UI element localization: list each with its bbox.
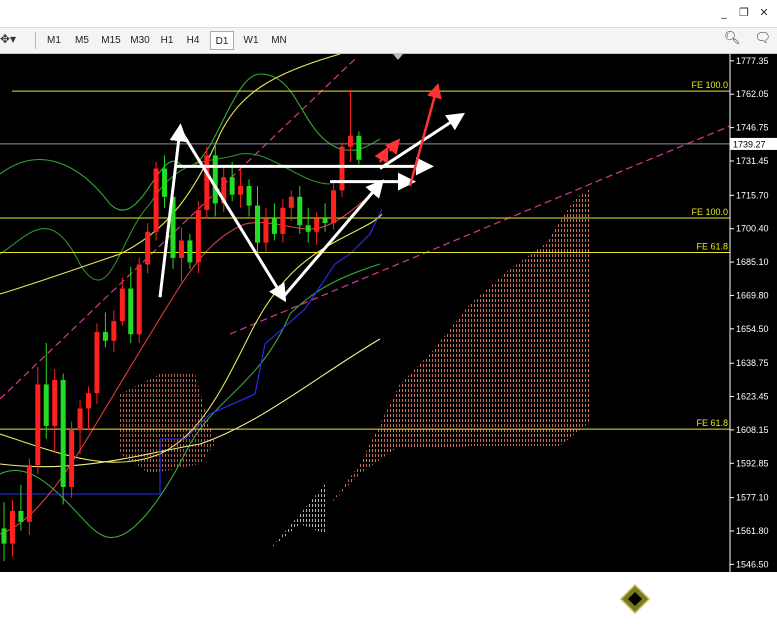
white-signal-arrow bbox=[178, 128, 287, 303]
timeframe-toolbar: ✥▾ M1 M5 M15 M30 H1 H4 D1 W1 MN 🔍︎ 🗨︎ bbox=[0, 28, 777, 54]
current-price-label: 1739.27 bbox=[733, 139, 766, 149]
tf-w1-button[interactable]: W1 bbox=[240, 31, 262, 50]
white-signal-arrow bbox=[379, 112, 466, 170]
logo-name-cn: 漢聲集團 bbox=[668, 601, 752, 617]
candle-body bbox=[314, 218, 320, 232]
price-chart[interactable]: FE 100.0 FE 100.0 FE 61.8 FE 61.8 1777.35 17… bbox=[0, 53, 777, 572]
candle-body bbox=[204, 155, 210, 210]
fibo-level-label: FE 100.0 bbox=[691, 80, 728, 90]
tf-h1-button[interactable]: H1 bbox=[156, 31, 178, 50]
candle-body bbox=[238, 185, 244, 195]
candle-body bbox=[18, 510, 24, 522]
ichimoku-cloud-lower bbox=[215, 444, 325, 549]
price-tick-label: 1731.45 bbox=[736, 156, 769, 166]
price-tick-label: 1715.70 bbox=[736, 190, 769, 200]
candle-body bbox=[145, 231, 151, 265]
candle-body bbox=[271, 218, 277, 234]
fibo-level-label: FE 100.0 bbox=[691, 207, 728, 217]
candle-body bbox=[347, 135, 353, 147]
candle-body bbox=[35, 384, 41, 466]
search-icon[interactable]: 🔍︎ bbox=[724, 31, 741, 46]
candle-body bbox=[246, 185, 252, 206]
minimize-button[interactable]: _ bbox=[717, 6, 731, 20]
candle-body bbox=[305, 225, 311, 232]
candle-body bbox=[77, 408, 83, 431]
candle-body bbox=[356, 135, 362, 160]
candle-body bbox=[229, 177, 235, 195]
candle-body bbox=[86, 393, 91, 409]
price-tick-label: 1577.10 bbox=[736, 493, 769, 503]
price-tick-label: 1762.05 bbox=[736, 89, 769, 99]
candle-body bbox=[297, 196, 303, 226]
candle-body bbox=[153, 168, 159, 232]
candle-body bbox=[69, 430, 75, 487]
price-tick-label: 1546.50 bbox=[736, 559, 769, 569]
drawing-tools-icon[interactable]: ✥▾ bbox=[0, 32, 32, 49]
chart-shift-marker bbox=[393, 54, 403, 60]
price-tick-label: 1561.80 bbox=[736, 526, 769, 536]
candle-body bbox=[1, 528, 7, 544]
sino-sound-logo: SINO SOUND 漢聲集團 bbox=[612, 574, 777, 626]
channel-line-upper bbox=[0, 58, 356, 400]
close-button[interactable]: ✕ bbox=[757, 6, 771, 20]
logo-diamond-icon bbox=[612, 576, 658, 622]
tf-m30-button[interactable]: M30 bbox=[127, 31, 153, 50]
logo-name-en: SINO SOUND bbox=[664, 578, 765, 595]
price-tick-label: 1777.35 bbox=[736, 56, 769, 66]
window-controls: _ ❐ ✕ bbox=[717, 6, 771, 20]
chat-icon[interactable]: 🗨︎ bbox=[754, 31, 771, 46]
candle-body bbox=[136, 264, 142, 335]
chart-area[interactable]: FE 100.0 FE 100.0 FE 61.8 FE 61.8 1777.35 17… bbox=[0, 53, 777, 622]
fibo-level-label: FE 61.8 bbox=[696, 418, 728, 428]
fibo-level-label: FE 61.8 bbox=[696, 241, 728, 251]
toolbar-right: 🔍︎ 🗨︎ bbox=[724, 31, 771, 46]
candle-body bbox=[43, 384, 49, 426]
tf-mn-button[interactable]: MN bbox=[267, 31, 291, 50]
price-tick-label: 1608.15 bbox=[736, 425, 769, 435]
candle-body bbox=[119, 288, 125, 322]
price-tick-label: 1685.10 bbox=[736, 257, 769, 267]
tf-d1-button[interactable]: D1 bbox=[210, 31, 234, 50]
toolbar-separator bbox=[35, 32, 36, 49]
price-tick-label: 1623.45 bbox=[736, 392, 769, 402]
candle-body bbox=[111, 321, 117, 341]
red-projection-arrow bbox=[374, 146, 389, 164]
candle-body bbox=[26, 465, 32, 522]
tenkan bbox=[0, 183, 383, 535]
bollinger-upper bbox=[0, 73, 381, 211]
candle-body bbox=[263, 218, 269, 243]
price-tick-label: 1669.80 bbox=[736, 290, 769, 300]
candle-body bbox=[288, 196, 294, 208]
candle-body bbox=[102, 332, 108, 341]
ichimoku-cloud bbox=[330, 189, 590, 504]
candle-body bbox=[322, 218, 328, 224]
candle-body bbox=[162, 168, 168, 197]
tf-m1-button[interactable]: M1 bbox=[42, 31, 66, 50]
red-projection-arrow bbox=[408, 82, 442, 187]
price-tick-label: 1638.75 bbox=[736, 358, 769, 368]
candle-body bbox=[331, 190, 337, 224]
tf-m5-button[interactable]: M5 bbox=[70, 31, 94, 50]
candle-body bbox=[94, 332, 100, 394]
tf-m15-button[interactable]: M15 bbox=[98, 31, 124, 50]
candle-body bbox=[187, 240, 193, 263]
candle-body bbox=[60, 380, 66, 487]
tf-h4-button[interactable]: H4 bbox=[182, 31, 204, 50]
candle-body bbox=[9, 510, 15, 544]
price-tick-label: 1654.50 bbox=[736, 324, 769, 334]
candle-body bbox=[339, 146, 345, 191]
candle-body bbox=[178, 240, 184, 258]
candle-body bbox=[280, 207, 286, 234]
white-signal-arrow bbox=[158, 123, 188, 298]
candle-body bbox=[128, 288, 134, 335]
price-tick-label: 1592.85 bbox=[736, 458, 769, 468]
candle-body bbox=[195, 209, 201, 263]
restore-button[interactable]: ❐ bbox=[737, 6, 751, 20]
candle-body bbox=[52, 380, 58, 426]
price-tick-label: 1700.40 bbox=[736, 224, 769, 234]
candle-body bbox=[255, 205, 260, 243]
price-tick-label: 1746.75 bbox=[736, 123, 769, 133]
candle-body bbox=[212, 155, 218, 204]
window-titlebar: _ ❐ ✕ bbox=[0, 0, 777, 28]
